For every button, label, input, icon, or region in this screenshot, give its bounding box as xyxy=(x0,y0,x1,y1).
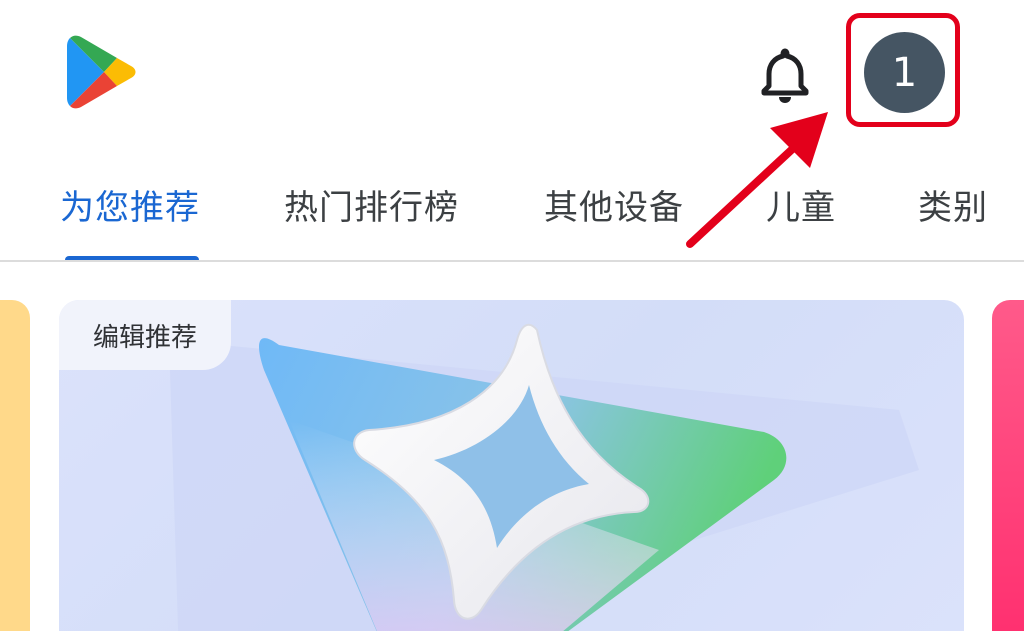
editors-choice-badge: 编辑推荐 xyxy=(59,300,232,370)
tab-kids[interactable]: 儿童 xyxy=(766,180,836,229)
tabs-divider xyxy=(0,260,1024,262)
editors-choice-label: 编辑推荐 xyxy=(93,322,198,353)
tab-top-charts[interactable]: 热门排行榜 xyxy=(284,180,459,229)
tab-categories[interactable]: 类别 xyxy=(918,180,988,229)
google-play-logo[interactable] xyxy=(66,34,136,110)
featured-card-editors-choice[interactable]: 编辑推荐 xyxy=(59,300,964,631)
carousel-card-previous[interactable] xyxy=(0,300,30,631)
account-avatar[interactable]: 1 xyxy=(864,32,945,113)
bell-icon[interactable] xyxy=(758,46,812,104)
play-store-home: 1 为您推荐 热门排行榜 其他设备 儿童 类别 编辑推荐 xyxy=(0,0,1024,631)
tab-for-you[interactable]: 为您推荐 xyxy=(60,180,200,229)
tab-other-devices[interactable]: 其他设备 xyxy=(544,180,684,229)
category-tabs: 为您推荐 热门排行榜 其他设备 儿童 类别 xyxy=(0,170,1024,262)
carousel-card-next[interactable] xyxy=(992,300,1024,631)
avatar-initial: 1 xyxy=(891,49,918,96)
